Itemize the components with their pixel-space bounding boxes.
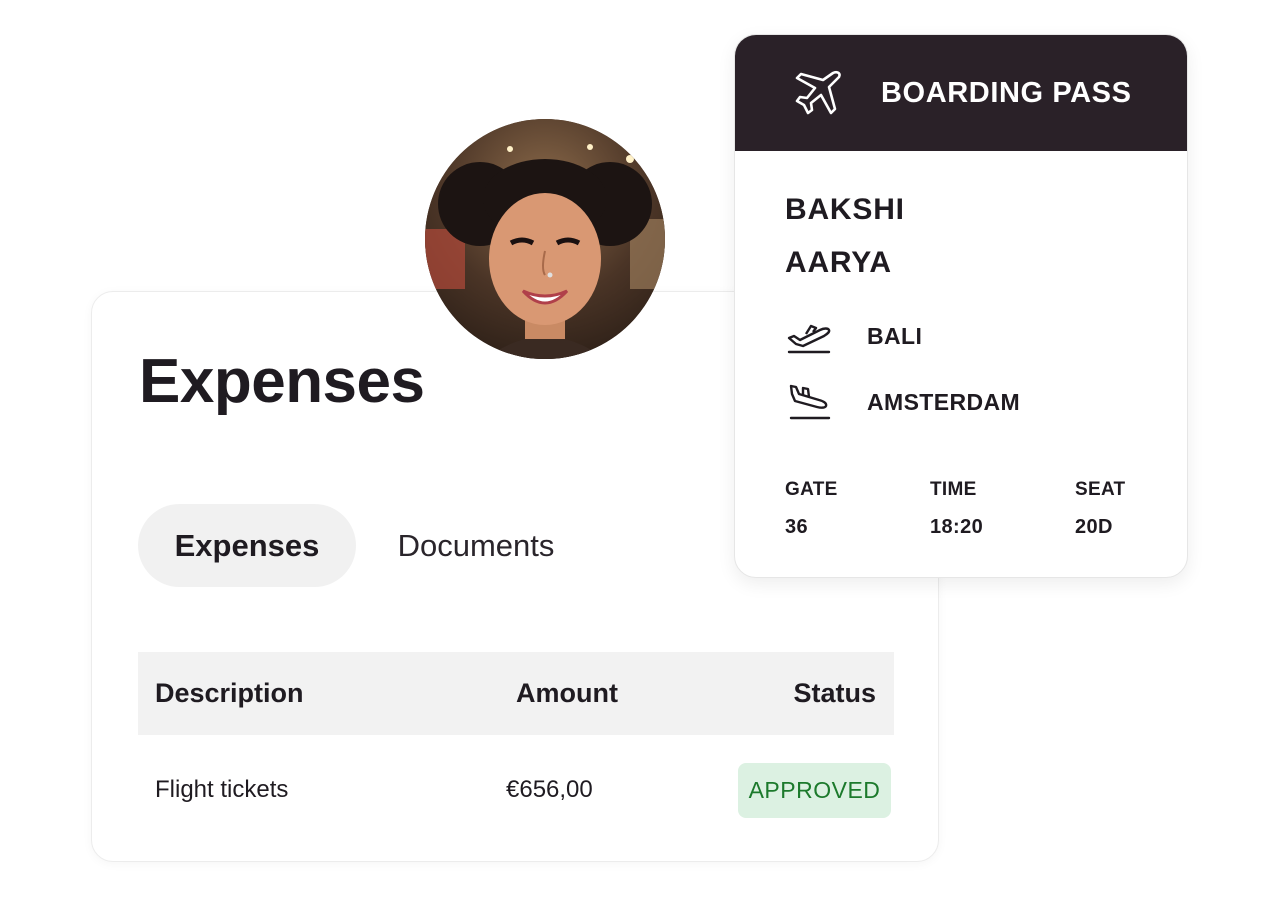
column-header-status: Status [793, 678, 876, 708]
status-badge: APPROVED [738, 762, 891, 818]
time-value: 18:20 [930, 516, 984, 538]
table-row[interactable]: Flight tickets €656,00 APPROVED [138, 735, 894, 845]
landing-icon [783, 376, 835, 428]
arrival-city: AMSTERDAM [867, 388, 1021, 415]
column-header-description: Description [155, 678, 304, 708]
avatar-photo [425, 119, 665, 359]
gate-label: GATE [785, 479, 838, 500]
page-title: Expenses [139, 347, 425, 416]
seat-label: SEAT [1075, 479, 1126, 500]
seat-info: SEAT 20D [1075, 479, 1125, 539]
departure-row: BALI [783, 310, 922, 362]
takeoff-icon [783, 310, 835, 362]
gate-info: GATE 36 [785, 479, 838, 539]
time-info: TIME 18:20 [930, 479, 983, 539]
departure-city: BALI [867, 322, 923, 349]
time-label: TIME [930, 479, 977, 500]
arrival-row: AMSTERDAM [783, 376, 1020, 428]
tab-documents[interactable]: Documents [356, 504, 596, 587]
expenses-table: Description Amount Status Flight tickets… [138, 652, 894, 845]
column-header-amount: Amount [516, 678, 618, 708]
gate-value: 36 [785, 516, 809, 538]
avatar [425, 119, 665, 359]
boarding-pass-card: BOARDING PASS BAKSHI AARYA BALI AMSTERDA… [734, 34, 1188, 578]
tab-bar: Expenses Documents [138, 504, 596, 587]
seat-value: 20D [1075, 516, 1113, 538]
boarding-pass-header: BOARDING PASS [735, 35, 1187, 151]
stage: Expenses Expenses Documents Description … [0, 0, 1280, 900]
table-header: Description Amount Status [138, 652, 894, 735]
passenger-last-name: AARYA [785, 246, 892, 279]
cell-description: Flight tickets [155, 776, 289, 803]
passenger-first-name: BAKSHI [785, 193, 905, 226]
boarding-pass-title: BOARDING PASS [881, 76, 1132, 109]
airplane-icon [795, 70, 841, 115]
cell-amount: €656,00 [506, 776, 593, 803]
tab-expenses[interactable]: Expenses [138, 504, 356, 587]
